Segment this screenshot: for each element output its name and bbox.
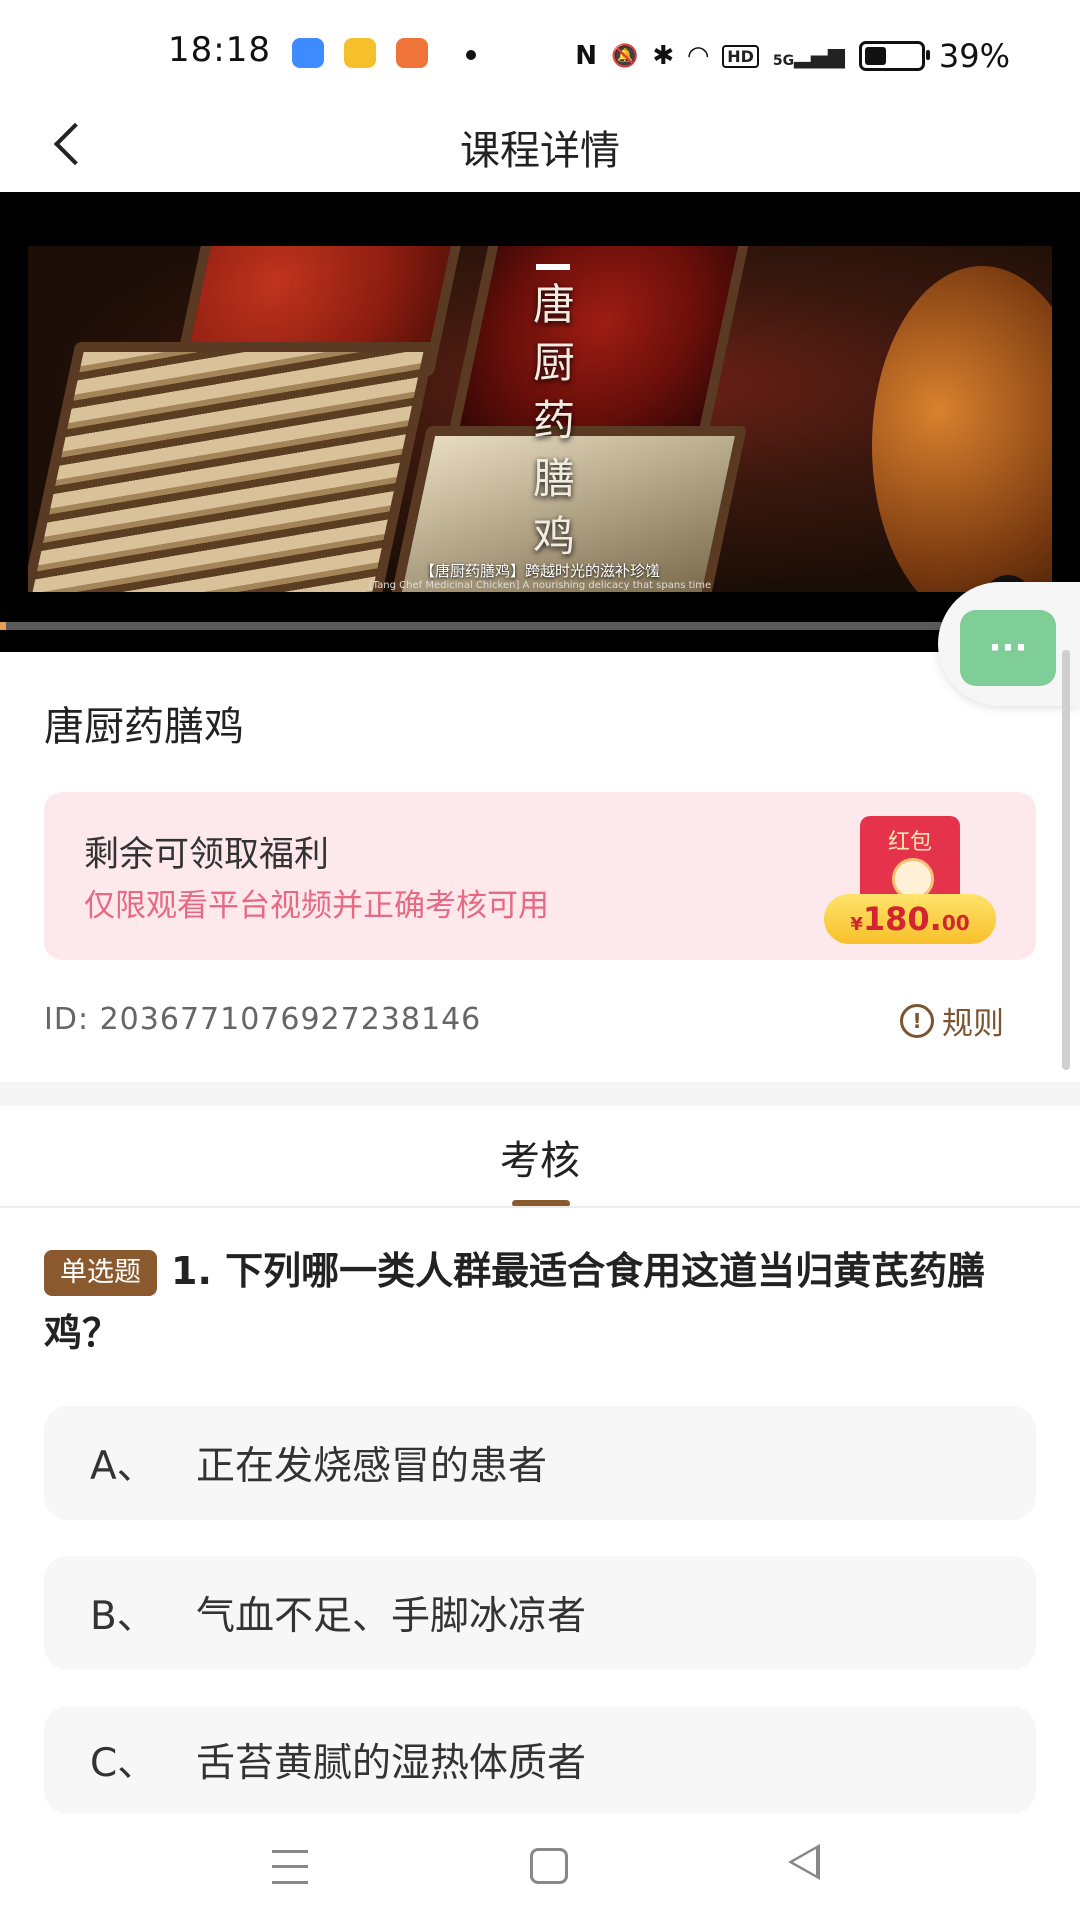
scrollbar[interactable] bbox=[1062, 650, 1070, 1070]
option-letter: A、 bbox=[90, 1444, 156, 1489]
course-id: ID: 2036771076927238146 bbox=[44, 1002, 482, 1037]
reward-currency: ¥ bbox=[850, 914, 863, 935]
status-bar: 18:18 N 🔕 ✱ ◠ HD 5G ▂▄▆ 39% bbox=[0, 0, 1080, 110]
red-envelope-label: 红包 bbox=[887, 830, 932, 855]
question: 单选题 1. 下列哪一类人群最适合食用这道当归黄芪药膳鸡？ bbox=[44, 1240, 1034, 1364]
jujube-tray bbox=[445, 246, 751, 446]
option-c[interactable]: C、 舌苔黄腻的湿热体质者 bbox=[44, 1706, 1036, 1814]
rules-label: 规则 bbox=[942, 1006, 1004, 1042]
tab-divider bbox=[0, 1206, 1080, 1208]
reward-amount: ¥ 180. 00 bbox=[824, 894, 996, 944]
nfc-icon: N bbox=[575, 41, 597, 71]
option-a[interactable]: A、 正在发烧感冒的患者 bbox=[44, 1406, 1036, 1520]
option-text: 舌苔黄腻的湿热体质者 bbox=[196, 1741, 587, 1786]
option-letter: C、 bbox=[90, 1741, 157, 1786]
silent-icon: 🔕 bbox=[611, 43, 639, 69]
page-title: 课程详情 bbox=[460, 128, 620, 174]
signal-5g-label: 5G bbox=[772, 52, 795, 69]
chat-more-button[interactable]: ··· bbox=[960, 610, 1056, 686]
system-back-button[interactable] bbox=[788, 1844, 820, 1880]
reward-amount-int: 180. bbox=[862, 900, 942, 938]
floating-assistant: ··· bbox=[938, 582, 1080, 706]
course-title: 唐厨药膳鸡 bbox=[44, 704, 244, 750]
video-title-mark bbox=[536, 264, 570, 270]
rules-link[interactable]: ! 规则 bbox=[900, 998, 1004, 1043]
signal-bars: ▂▄▆ bbox=[794, 43, 845, 69]
system-nav-bar bbox=[0, 1814, 1080, 1920]
recent-apps-button[interactable] bbox=[272, 1850, 308, 1884]
battery-icon bbox=[858, 41, 930, 71]
hd-icon: HD bbox=[722, 44, 759, 68]
option-text: 气血不足、手脚冰凉者 bbox=[196, 1594, 587, 1639]
book-app-icon bbox=[396, 38, 428, 68]
notification-dot-icon bbox=[466, 50, 476, 60]
battery-percent: 39% bbox=[938, 37, 1010, 75]
tab-assessment[interactable]: 考核 bbox=[0, 1128, 1080, 1186]
signal-icon: 5G ▂▄▆ bbox=[773, 44, 845, 69]
status-indicators: N 🔕 ✱ ◠ HD 5G ▂▄▆ 39% bbox=[575, 36, 1010, 76]
battery-level bbox=[864, 47, 886, 65]
video-subtitle-en: [Tang Chef Medicinal Chicken] A nourishi… bbox=[368, 580, 712, 591]
video-player[interactable]: 唐 厨 药 膳 鸡 【唐厨药膳鸡】跨越时光的滋补珍馐 [Tang Chef Me… bbox=[0, 192, 1080, 652]
cloud-app-icon bbox=[292, 38, 324, 68]
wallet-app-icon bbox=[344, 38, 376, 68]
question-text: 1. 下列哪一类人群最适合食用这道当归黄芪药膳鸡？ bbox=[44, 1249, 986, 1355]
wifi-icon: ◠ bbox=[688, 41, 709, 71]
bluetooth-icon: ✱ bbox=[652, 41, 675, 71]
section-divider bbox=[0, 1082, 1080, 1106]
home-button[interactable] bbox=[530, 1848, 568, 1884]
info-icon: ! bbox=[900, 1003, 934, 1038]
option-text: 正在发烧感冒的患者 bbox=[196, 1444, 548, 1489]
video-progress-bar[interactable] bbox=[0, 622, 1080, 630]
astragalus-root-tray bbox=[28, 342, 436, 592]
video-frame[interactable]: 唐 厨 药 膳 鸡 【唐厨药膳鸡】跨越时光的滋补珍馐 [Tang Chef Me… bbox=[28, 246, 1052, 592]
welfare-note: 仅限观看平台视频并正确考核可用 bbox=[84, 888, 549, 924]
option-b[interactable]: B、 气血不足、手脚冰凉者 bbox=[44, 1556, 1036, 1670]
status-time: 18:18 bbox=[168, 30, 271, 70]
welfare-card: 剩余可领取福利 仅限观看平台视频并正确考核可用 红包 ¥ 180. 00 bbox=[44, 792, 1036, 960]
clay-pot bbox=[872, 266, 1052, 592]
option-letter: B、 bbox=[90, 1594, 156, 1639]
video-subtitle: 【唐厨药膳鸡】跨越时光的滋补珍馐 bbox=[419, 562, 660, 580]
header: 课程详情 bbox=[0, 100, 1080, 192]
reward-amount-dec: 00 bbox=[941, 911, 970, 935]
question-type-badge: 单选题 bbox=[44, 1250, 157, 1296]
welfare-label: 剩余可领取福利 bbox=[84, 835, 330, 875]
video-progress-fill bbox=[0, 622, 7, 630]
video-title-text: 唐 厨 药 膳 鸡 bbox=[532, 280, 575, 561]
